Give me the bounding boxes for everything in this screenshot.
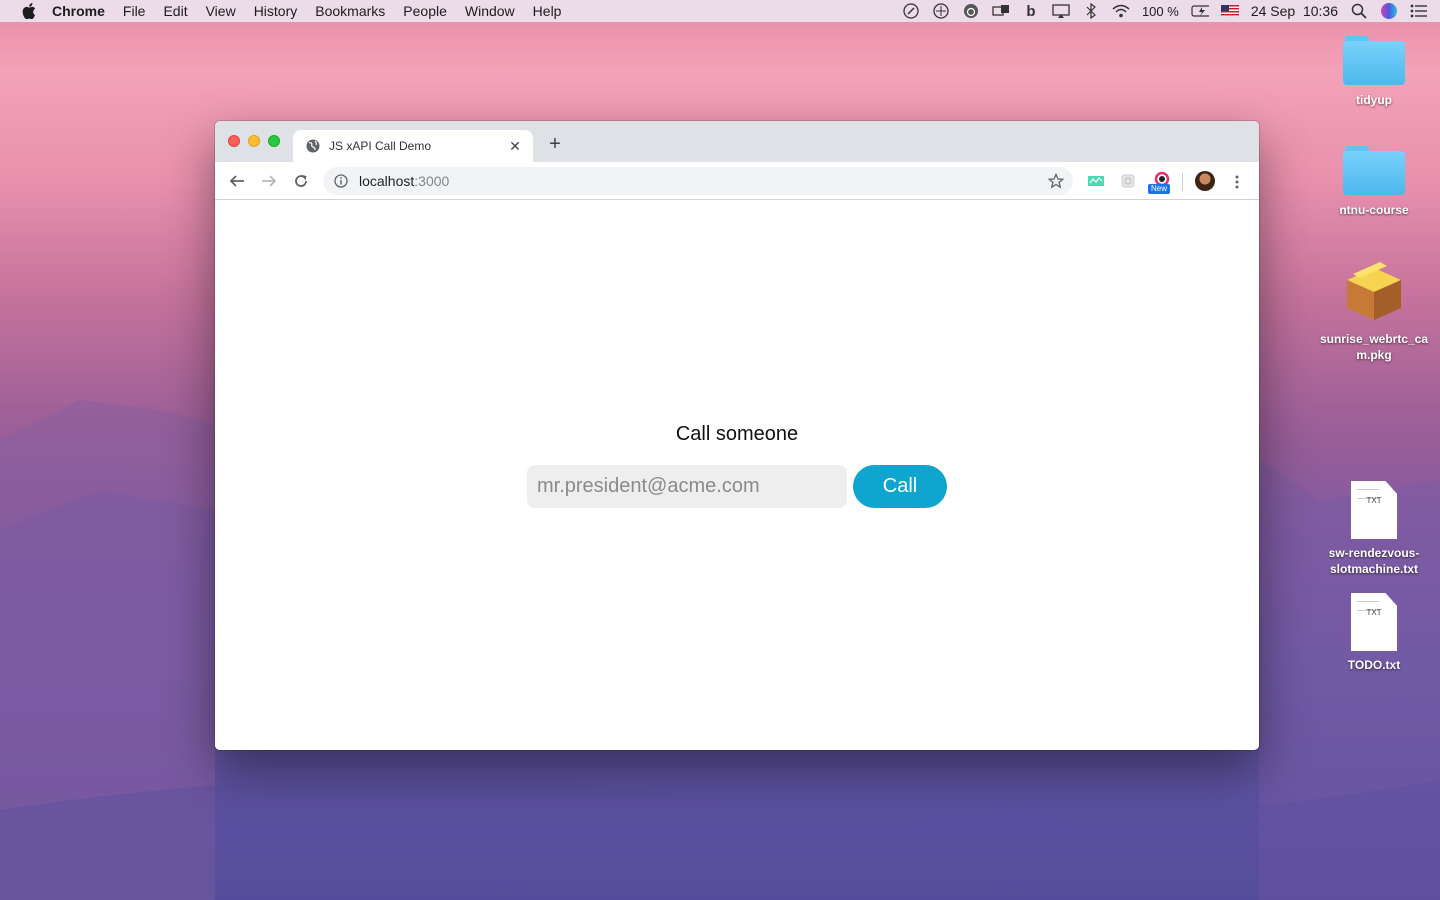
siri-icon[interactable] xyxy=(1380,3,1398,19)
close-window-button[interactable] xyxy=(228,135,240,147)
browser-window: JS xAPI Call Demo ✕ + localhost:3000 Ne… xyxy=(215,121,1259,750)
airplay-icon[interactable] xyxy=(1052,3,1070,19)
apple-icon[interactable] xyxy=(20,2,38,20)
menu-view[interactable]: View xyxy=(206,0,236,22)
url-port: :3000 xyxy=(414,173,450,189)
text-file-icon: TXT xyxy=(1351,481,1397,539)
zoom-window-button[interactable] xyxy=(268,135,280,147)
tools-icon[interactable] xyxy=(902,3,920,19)
site-info-icon[interactable] xyxy=(333,173,349,189)
toolbar-divider xyxy=(1182,173,1183,191)
page-content: Call someone Call xyxy=(215,201,1259,750)
clock[interactable]: 24 Sep 10:36 xyxy=(1251,3,1338,19)
tab-title: JS xAPI Call Demo xyxy=(329,139,432,153)
menu-edit[interactable]: Edit xyxy=(163,0,187,22)
tab-active[interactable]: JS xAPI Call Demo ✕ xyxy=(293,130,533,162)
text-file-icon: TXT xyxy=(1351,593,1397,651)
b-app-icon[interactable]: b xyxy=(1022,3,1040,20)
status-tray: b 100 % 24 Sep 10:36 xyxy=(902,0,1428,22)
display-icon[interactable] xyxy=(992,3,1010,19)
desktop-item-label: tidyup xyxy=(1356,93,1392,107)
package-icon xyxy=(1347,262,1401,320)
extension-new-badge: New xyxy=(1148,184,1171,194)
profile-avatar[interactable] xyxy=(1195,171,1215,191)
reload-button[interactable] xyxy=(290,171,312,191)
desktop-item-label: ntnu-course xyxy=(1339,203,1409,217)
extension-monitor-icon[interactable] xyxy=(1087,172,1105,190)
minimize-window-button[interactable] xyxy=(248,135,260,147)
menu-history[interactable]: History xyxy=(254,0,298,22)
globe-icon xyxy=(305,138,321,154)
desktop-file-todo[interactable]: TXT TODO.txt xyxy=(1314,593,1434,673)
menu-file[interactable]: File xyxy=(123,0,146,22)
browser-toolbar: localhost:3000 New xyxy=(215,162,1259,200)
battery-percentage[interactable]: 100 % xyxy=(1142,4,1179,19)
spotlight-search-icon[interactable] xyxy=(1350,3,1368,19)
call-button[interactable]: Call xyxy=(853,465,947,508)
call-address-input[interactable] xyxy=(527,465,847,508)
folder-icon xyxy=(1343,146,1405,196)
address-bar[interactable]: localhost:3000 xyxy=(323,167,1073,195)
tab-close-icon[interactable]: ✕ xyxy=(507,138,523,154)
creative-cloud-icon[interactable] xyxy=(962,3,980,19)
menu-bar: Chrome File Edit View History Bookmarks … xyxy=(0,0,1440,22)
menu-window[interactable]: Window xyxy=(465,0,515,22)
menu-help[interactable]: Help xyxy=(533,0,562,22)
bookmark-star-icon[interactable] xyxy=(1047,172,1065,190)
tab-strip: JS xAPI Call Demo ✕ + xyxy=(215,121,1259,162)
desktop-file-sw-rendezvous[interactable]: TXT sw-rendezvous-slotmachine.txt xyxy=(1314,481,1434,577)
menu-app-name[interactable]: Chrome xyxy=(52,0,105,22)
us-flag-icon[interactable] xyxy=(1220,3,1239,19)
wifi-icon[interactable] xyxy=(1112,3,1130,19)
back-button[interactable] xyxy=(226,171,248,191)
battery-icon[interactable] xyxy=(1191,3,1209,19)
desktop-item-label: TODO.txt xyxy=(1347,658,1401,672)
url-host: localhost xyxy=(359,173,415,189)
desktop-item-label: sw-rendezvous-slotmachine.txt xyxy=(1328,546,1420,576)
extension-colorful-icon[interactable]: New xyxy=(1148,172,1174,194)
page-heading: Call someone xyxy=(675,423,799,445)
network-icon[interactable] xyxy=(932,3,950,19)
bluetooth-icon[interactable] xyxy=(1082,3,1100,19)
desktop-folder-ntnu-course[interactable]: ntnu-course xyxy=(1314,146,1434,218)
notification-center-icon[interactable] xyxy=(1410,3,1428,19)
new-tab-button[interactable]: + xyxy=(545,134,565,154)
desktop-folder-tidyup[interactable]: tidyup xyxy=(1314,36,1434,108)
forward-button[interactable] xyxy=(258,171,280,191)
menu-people[interactable]: People xyxy=(403,0,447,22)
desktop-package-sunrise[interactable]: sunrise_webrtc_cam.pkg xyxy=(1314,258,1434,363)
extension-puzzle-icon[interactable] xyxy=(1119,172,1137,190)
desktop-item-label: sunrise_webrtc_cam.pkg xyxy=(1319,332,1429,362)
menu-bookmarks[interactable]: Bookmarks xyxy=(315,0,385,22)
folder-icon xyxy=(1343,36,1405,86)
more-menu-icon[interactable] xyxy=(1227,172,1247,192)
